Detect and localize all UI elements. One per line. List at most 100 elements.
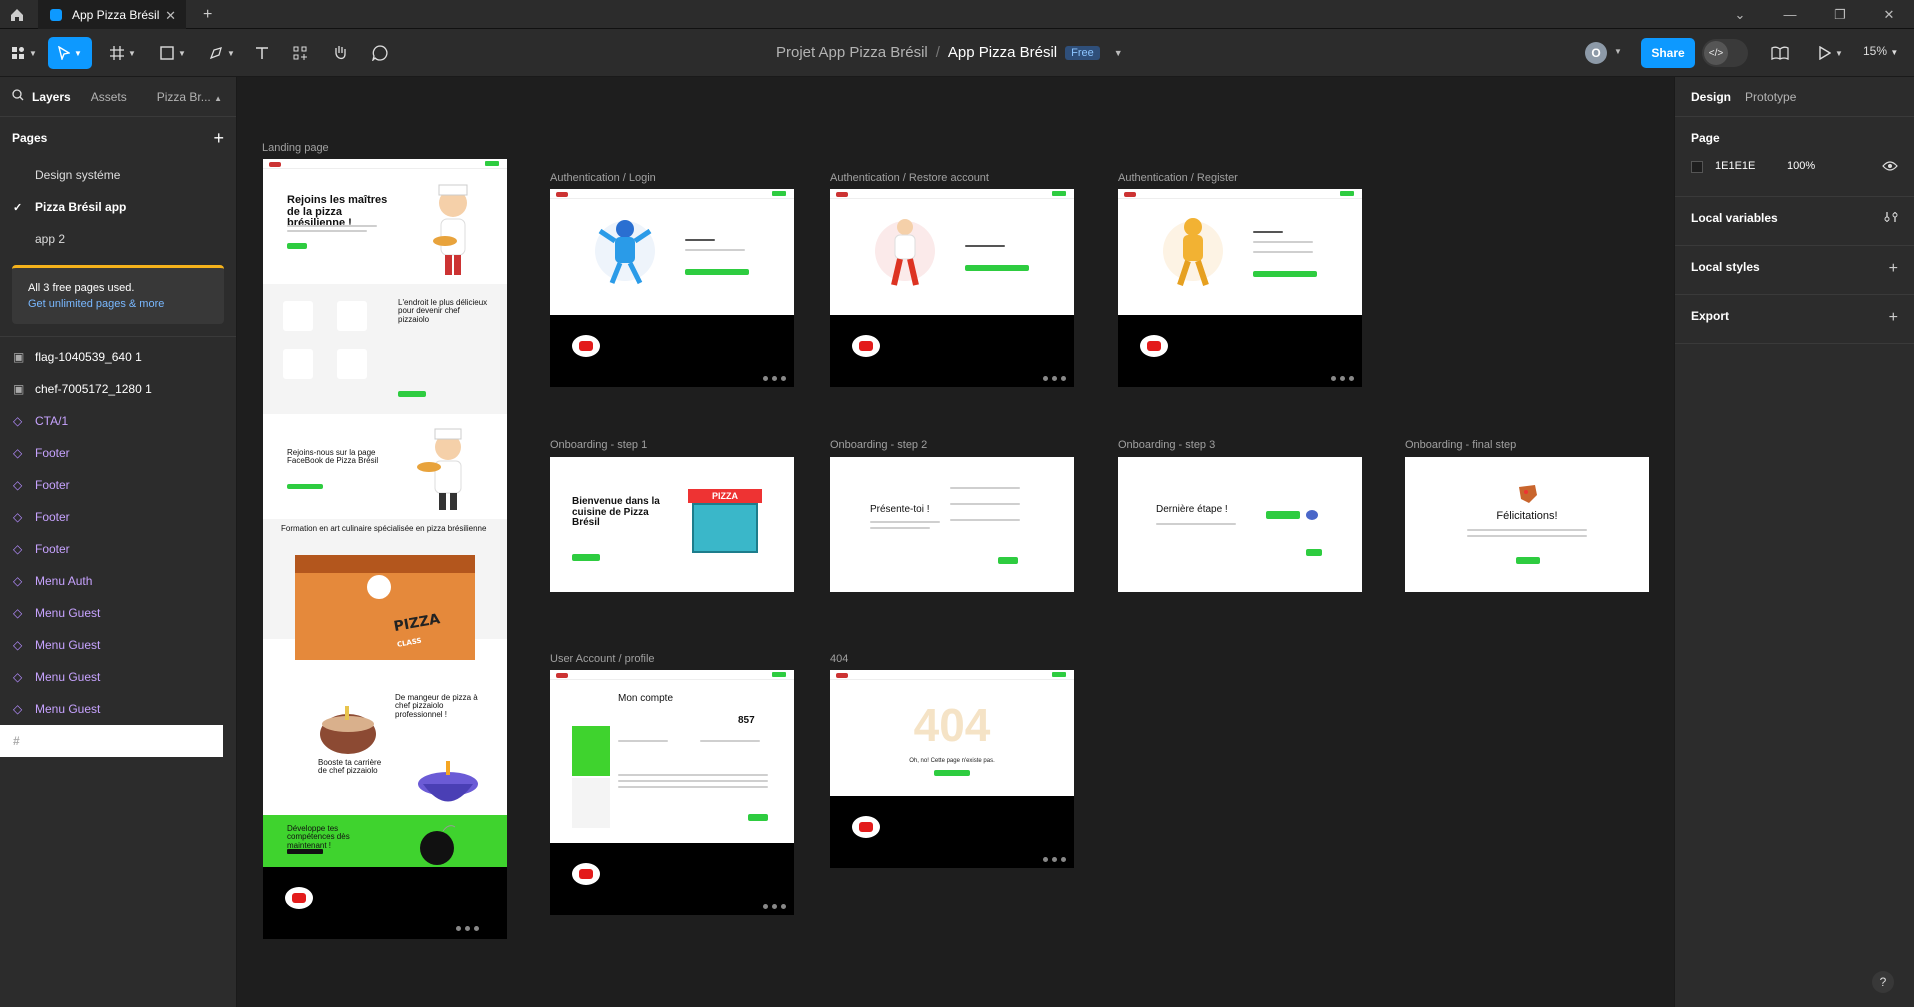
component-icon: ◇ (13, 478, 23, 492)
frame-label[interactable]: Onboarding - step 3 (1118, 439, 1215, 451)
variables-icon[interactable] (1884, 210, 1898, 229)
frame-tool-icon[interactable]: ▼ (106, 37, 140, 69)
library-icon[interactable] (1768, 37, 1792, 69)
layer-item[interactable]: ◇ Footer (0, 533, 236, 565)
code-icon: </> (1704, 41, 1728, 65)
text-line (685, 249, 745, 251)
close-tab-icon[interactable]: ✕ (165, 8, 176, 24)
page-item-selected[interactable]: ✓ Pizza Brésil app (0, 191, 236, 223)
file-name[interactable]: App Pizza Brésil (948, 44, 1057, 61)
layer-item[interactable]: ◇ Menu Guest (0, 597, 236, 629)
youtube-icon (572, 335, 600, 357)
onboarding-step3-frame[interactable]: Dernière étape ! (1118, 457, 1362, 592)
add-page-icon[interactable]: + (213, 128, 224, 149)
page-color-value[interactable]: 1E1E1E (1715, 160, 1755, 172)
chevron-down-icon[interactable]: ▼ (1614, 47, 1622, 56)
tab-assets[interactable]: Assets (91, 90, 127, 104)
text-line (287, 230, 367, 232)
layer-item[interactable]: ◇ Menu Auth (0, 565, 236, 597)
avatar (1306, 510, 1318, 520)
onboarding-step1-frame[interactable]: Bienvenue dans la cuisine de Pizza Brési… (550, 457, 794, 592)
canvas[interactable]: Landing page Rejoins les maîtres de la p… (237, 77, 1674, 1007)
chevron-down-icon[interactable]: ⌄ (1715, 0, 1765, 29)
chevron-down-icon[interactable]: ▼ (1114, 48, 1123, 58)
layer-item[interactable]: ◇ Menu Guest (0, 693, 236, 725)
frame-label[interactable]: Onboarding - final step (1405, 439, 1516, 451)
move-tool-icon[interactable]: ▼ (48, 37, 92, 69)
eye-icon[interactable] (1882, 159, 1898, 177)
restore-icon[interactable]: ❐ (1815, 0, 1865, 29)
minimize-icon[interactable]: — (1765, 0, 1815, 29)
tab-design[interactable]: Design (1691, 90, 1731, 104)
not-found-frame[interactable]: 404 Oh, no! Cette page n'existe pas. (830, 670, 1074, 868)
layer-item[interactable]: ◇ Footer (0, 469, 236, 501)
user-account-frame[interactable]: Mon compte 857 (550, 670, 794, 915)
pizza-class-logo: PIZZA CLASS (393, 611, 444, 651)
dev-mode-toggle[interactable]: </> (1702, 39, 1748, 67)
frame-label[interactable]: Authentication / Login (550, 172, 656, 184)
help-button[interactable]: ? (1872, 971, 1894, 993)
layer-label: flag-1040539_640 1 (35, 350, 142, 364)
page-item[interactable]: app 2 (0, 223, 236, 255)
frame-label[interactable]: Authentication / Restore account (830, 172, 989, 184)
pen-tool-icon[interactable]: ▼ (205, 37, 239, 69)
layer-label: Menu Guest (35, 606, 101, 620)
onboarding-final-frame[interactable]: Félicitations! (1405, 457, 1649, 592)
shape-tool-icon[interactable]: ▼ (156, 37, 190, 69)
page-color-swatch[interactable] (1691, 161, 1703, 173)
login-frame[interactable] (550, 189, 794, 387)
frame-label[interactable]: Authentication / Register (1118, 172, 1238, 184)
frame-label[interactable]: User Account / profile (550, 653, 655, 665)
resources-tool-icon[interactable] (288, 37, 312, 69)
tab-prototype[interactable]: Prototype (1745, 90, 1796, 104)
nav-bar (263, 159, 507, 169)
feature-card (283, 301, 313, 331)
layer-item[interactable]: ▣ chef-7005172_1280 1 (0, 373, 236, 405)
zoom-level[interactable]: 15% ▼ (1863, 44, 1898, 58)
next-button (998, 557, 1018, 564)
search-icon[interactable] (12, 89, 24, 104)
upsell-link[interactable]: Get unlimited pages & more (28, 296, 208, 312)
home-icon[interactable] (6, 4, 28, 26)
page-item[interactable]: Design systéme (0, 159, 236, 191)
share-button[interactable]: Share (1641, 38, 1695, 68)
hand-tool-icon[interactable] (328, 37, 352, 69)
comment-tool-icon[interactable] (368, 37, 392, 69)
component-icon: ◇ (13, 574, 23, 588)
kitchen-illustration: PIZZA CLASS (295, 555, 475, 660)
frame-label[interactable]: 404 (830, 653, 848, 665)
component-icon: ◇ (13, 446, 23, 460)
add-export-icon[interactable]: + (1889, 309, 1898, 327)
layer-item[interactable]: ◇ Menu Guest (0, 629, 236, 661)
youtube-icon (1140, 335, 1168, 357)
frame-label[interactable]: Onboarding - step 1 (550, 439, 647, 451)
layer-item[interactable]: ◇ Footer (0, 501, 236, 533)
main-menu-icon[interactable]: ▼ (8, 37, 40, 69)
layer-item[interactable]: ◇ Menu Guest (0, 661, 236, 693)
landing-page-frame[interactable]: Rejoins les maîtres de la pizza brésilie… (263, 159, 507, 939)
close-window-icon[interactable]: ✕ (1864, 0, 1914, 29)
page-opacity-value[interactable]: 100% (1787, 160, 1815, 172)
present-icon[interactable]: ▼ (1814, 37, 1848, 69)
text-tool-icon[interactable] (250, 37, 274, 69)
component-icon: ◇ (13, 606, 23, 620)
add-style-icon[interactable]: + (1889, 260, 1898, 278)
page-switcher[interactable]: Pizza Br... ▲ (157, 90, 222, 104)
frame-label[interactable]: Onboarding - step 2 (830, 439, 927, 451)
frame-label[interactable]: Landing page (262, 142, 329, 154)
onboarding-step2-frame[interactable]: Présente-toi ! (830, 457, 1074, 592)
layer-item[interactable]: ▣ flag-1040539_640 1 (0, 341, 236, 373)
project-name[interactable]: Projet App Pizza Brésil (776, 44, 928, 61)
new-tab-icon[interactable]: + (203, 6, 212, 24)
register-frame[interactable] (1118, 189, 1362, 387)
social-icons (763, 904, 786, 909)
cta-button (287, 849, 323, 854)
layer-item[interactable]: ◇ Footer (0, 437, 236, 469)
avatar[interactable]: O (1585, 42, 1607, 64)
layer-item[interactable]: ◇ CTA/1 (0, 405, 236, 437)
tab-layers[interactable]: Layers (32, 90, 71, 104)
pages-title: Pages (12, 131, 48, 145)
restore-frame[interactable] (830, 189, 1074, 387)
layer-item[interactable]: # Authentication / Login (0, 725, 162, 757)
file-tab[interactable]: App Pizza Brésil ✕ (38, 0, 186, 29)
